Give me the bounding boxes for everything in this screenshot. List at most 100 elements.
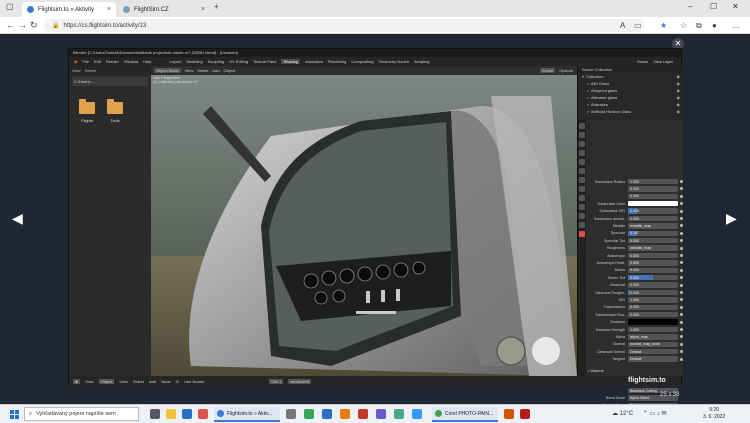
- property-value-field[interactable]: 0.000: [628, 282, 678, 288]
- folder-icon[interactable]: [79, 99, 95, 114]
- node-socket-icon[interactable]: [680, 298, 683, 302]
- viewport-add-menu[interactable]: Add: [212, 68, 219, 73]
- app-icon[interactable]: [504, 409, 514, 419]
- data-tab-icon[interactable]: [579, 222, 585, 228]
- visibility-eye-icon[interactable]: ◉: [677, 95, 681, 100]
- workspace-tab[interactable]: Layout: [169, 59, 181, 64]
- viewport-view-menu[interactable]: View: [185, 68, 194, 73]
- next-image-arrow[interactable]: ▶: [726, 210, 737, 227]
- favorites-icon[interactable]: ☆: [680, 21, 687, 30]
- property-value-field[interactable]: 1.000: [628, 178, 678, 185]
- property-value-field[interactable]: 0.000: [628, 237, 678, 244]
- file-view-menu[interactable]: View: [72, 68, 81, 73]
- app-icon[interactable]: [198, 409, 208, 419]
- node-socket-icon[interactable]: [680, 342, 683, 346]
- taskbar-clock[interactable]: 9:20 3. 6. 2022: [703, 407, 725, 421]
- transform-orientation-dropdown[interactable]: Global: [539, 68, 556, 73]
- property-value-field[interactable]: 0.000: [628, 252, 678, 259]
- property-value-field[interactable]: alpha_map: [628, 334, 678, 340]
- property-value-field[interactable]: normal_map_node: [628, 341, 678, 348]
- mail-icon[interactable]: [182, 409, 192, 419]
- node-add-menu[interactable]: Add: [149, 379, 156, 384]
- minimize-button[interactable]: –: [688, 2, 692, 11]
- close-tab-icon[interactable]: ×: [201, 6, 205, 13]
- property-value-field[interactable]: 0.167: [628, 230, 678, 237]
- tab-flightsim-cz[interactable]: FlightSim.CZ ×: [118, 2, 210, 17]
- property-value-field[interactable]: Default: [628, 348, 678, 355]
- particles-tab-icon[interactable]: [579, 195, 585, 201]
- property-value-field[interactable]: 1.450: [628, 297, 678, 303]
- constraints-tab-icon[interactable]: [579, 213, 585, 219]
- view-layer-selector[interactable]: View Layer: [653, 59, 673, 64]
- outliner-item[interactable]: ▿ Artificial Horizon Glass ◉: [578, 108, 683, 115]
- windows-start-icon[interactable]: [10, 410, 19, 419]
- collections-icon[interactable]: ⧉: [696, 21, 702, 31]
- close-tab-icon[interactable]: ×: [107, 6, 111, 13]
- viewport-object-menu[interactable]: Object: [224, 68, 236, 73]
- close-window-button[interactable]: ✕: [732, 2, 739, 11]
- folder-icon[interactable]: [107, 99, 123, 114]
- node-socket-icon[interactable]: [680, 194, 683, 198]
- workspace-tab[interactable]: Rendering: [328, 59, 346, 64]
- property-value-field[interactable]: 0.000: [628, 267, 678, 274]
- use-nodes-checkbox[interactable]: ☑: [176, 379, 180, 384]
- property-value-field[interactable]: 0.000: [628, 311, 678, 318]
- workspace-tab[interactable]: Texture Paint: [253, 59, 276, 64]
- property-value-field[interactable]: 1.000: [628, 326, 678, 333]
- workspace-tab[interactable]: Animation: [305, 59, 323, 64]
- blender-icon[interactable]: [340, 409, 350, 419]
- property-value-field[interactable]: 0.200: [628, 186, 678, 192]
- property-value-field[interactable]: 0.000: [628, 260, 678, 266]
- node-socket-icon[interactable]: [680, 180, 683, 183]
- property-value-field[interactable]: 1.400: [628, 208, 678, 214]
- node-socket-icon[interactable]: [680, 350, 683, 354]
- file-select-menu[interactable]: Select: [85, 68, 96, 73]
- workspace-tab[interactable]: Modeling: [186, 59, 202, 64]
- property-value-field[interactable]: 0.000: [628, 304, 678, 311]
- workspace-tab[interactable]: Compositing: [351, 59, 373, 64]
- output-tab-icon[interactable]: [579, 141, 585, 147]
- taskbar-search-field[interactable]: ⌕ Vyhľadávaný pojem napíšte sem: [24, 407, 139, 421]
- node-socket-icon[interactable]: [680, 276, 683, 280]
- visibility-eye-icon[interactable]: ◉: [677, 102, 681, 107]
- object-mode-dropdown[interactable]: Object Mode: [154, 68, 181, 73]
- favorite-star-icon[interactable]: ★: [660, 21, 667, 30]
- node-socket-icon[interactable]: [680, 283, 683, 287]
- node-socket-icon[interactable]: [680, 291, 683, 294]
- forward-icon[interactable]: →: [18, 20, 27, 30]
- menu-render[interactable]: Render: [106, 59, 119, 64]
- menu-help[interactable]: Help: [143, 59, 151, 64]
- menu-window[interactable]: Window: [124, 59, 138, 64]
- material-tab-icon[interactable]: [579, 231, 585, 237]
- tool-tab-icon[interactable]: [579, 123, 585, 129]
- tab-actions-icon[interactable]: ▢: [6, 2, 14, 11]
- scene-tab-icon[interactable]: [579, 159, 585, 165]
- back-icon[interactable]: ←: [6, 20, 15, 30]
- view-layer-tab-icon[interactable]: [579, 150, 585, 156]
- node-socket-icon[interactable]: [680, 335, 683, 339]
- outliner-item[interactable]: ▿ Airbrakes ◉: [578, 101, 683, 108]
- editor-type-dropdown[interactable]: ◈: [73, 378, 81, 384]
- weather-icon[interactable]: ☁: [612, 411, 618, 417]
- viewport-select-menu[interactable]: Select: [197, 68, 208, 73]
- modifier-tab-icon[interactable]: [579, 186, 585, 192]
- outliner-item[interactable]: ▿ Altimeter glass ◉: [578, 94, 683, 101]
- node-select-menu[interactable]: Select: [133, 379, 144, 384]
- node-socket-icon[interactable]: [680, 357, 683, 361]
- task-view-icon[interactable]: [150, 409, 160, 419]
- visibility-eye-icon[interactable]: ◉: [677, 74, 681, 79]
- prev-image-arrow[interactable]: ◀: [12, 210, 23, 227]
- app-icon[interactable]: [358, 409, 368, 419]
- app-icon[interactable]: [394, 409, 404, 419]
- node-socket-icon[interactable]: [680, 261, 683, 265]
- node-socket-icon[interactable]: [680, 254, 683, 257]
- volume-section-header[interactable]: › Volume: [588, 367, 604, 374]
- visibility-eye-icon[interactable]: ◉: [677, 81, 681, 86]
- property-value-field[interactable]: Default: [628, 356, 678, 362]
- menu-file[interactable]: File: [83, 59, 89, 64]
- app-icon[interactable]: [376, 409, 386, 419]
- node-view-menu[interactable]: View: [85, 379, 94, 384]
- options-dropdown[interactable]: Options: [559, 68, 573, 73]
- chrome-icon[interactable]: [304, 409, 314, 419]
- workspace-tab[interactable]: Sculpting: [208, 59, 224, 64]
